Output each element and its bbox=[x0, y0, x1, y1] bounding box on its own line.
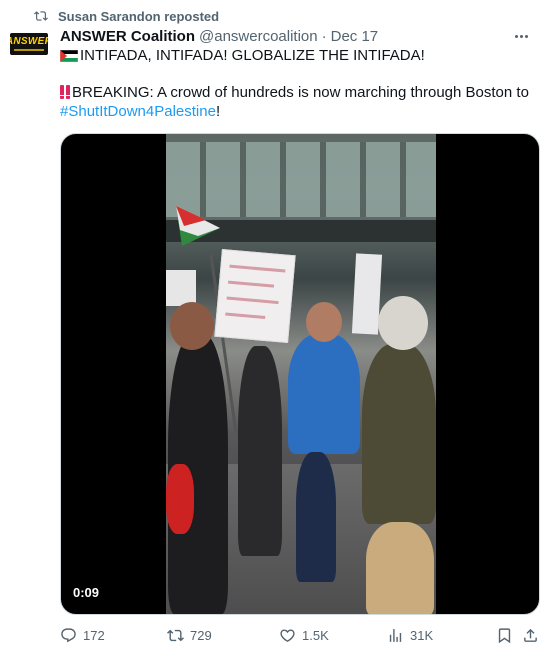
tweet-text-line-2: BREAKING: A crowd of hundreds is now mar… bbox=[60, 83, 530, 103]
marcher-olive-head bbox=[378, 296, 428, 350]
action-bar: 172 729 1.5K 31K bbox=[60, 624, 540, 646]
video-duration: 0:09 bbox=[73, 585, 100, 600]
tweet-date[interactable]: Dec 17 bbox=[331, 28, 379, 45]
author-handle[interactable]: @answercoalition bbox=[199, 28, 318, 45]
views-button[interactable]: 31K bbox=[387, 624, 433, 646]
protest-sign-3 bbox=[166, 270, 196, 306]
share-icon bbox=[524, 628, 537, 642]
protest-sign bbox=[214, 248, 296, 344]
reply-icon bbox=[61, 627, 76, 642]
like-count: 1.5K bbox=[302, 627, 329, 643]
repost-label[interactable]: Susan Sarandon reposted bbox=[58, 9, 219, 24]
marcher-blue-head bbox=[306, 302, 342, 342]
like-button[interactable]: 1.5K bbox=[279, 624, 329, 646]
repost-button[interactable]: 729 bbox=[167, 624, 212, 646]
repost-count: 729 bbox=[190, 627, 212, 643]
marcher-blue-legs bbox=[296, 452, 336, 582]
tweet-header: ANSWER Coalition @answercoalition · Dec … bbox=[60, 27, 378, 45]
author-name[interactable]: ANSWER Coalition bbox=[60, 28, 195, 45]
red-scarf bbox=[166, 464, 194, 534]
bookmark-button[interactable] bbox=[496, 624, 513, 646]
avatar-logo-underline bbox=[14, 49, 44, 51]
share-button[interactable] bbox=[522, 624, 539, 646]
reply-button[interactable]: 172 bbox=[60, 624, 105, 646]
views-count: 31K bbox=[410, 627, 434, 643]
reply-count: 172 bbox=[83, 627, 105, 643]
marcher-olive-jacket bbox=[362, 344, 436, 524]
tweet-text-line-3: #ShutItDown4Palestine! bbox=[60, 102, 530, 122]
views-chart-icon bbox=[389, 628, 402, 642]
video-player[interactable]: 0:09 bbox=[60, 133, 540, 615]
repost-header: Susan Sarandon reposted bbox=[34, 7, 219, 25]
marcher-olive-legs bbox=[366, 522, 434, 614]
more-options-icon[interactable] bbox=[511, 27, 531, 45]
hashtag-link[interactable]: #ShutItDown4Palestine bbox=[60, 103, 216, 120]
marcher-blue-jacket bbox=[288, 334, 360, 454]
tweet-line-3-suffix: ! bbox=[215, 103, 221, 120]
video-frame[interactable] bbox=[166, 134, 436, 614]
tweet-text-line-1: INTIFADA, INTIFADA! GLOBALIZE THE INTIFA… bbox=[60, 46, 530, 66]
avatar-logo-text: ANSWER bbox=[10, 36, 48, 47]
marcher-mid bbox=[238, 346, 282, 556]
header-separator: · bbox=[321, 27, 327, 45]
avatar[interactable]: ANSWER bbox=[10, 33, 48, 55]
tweet-line-1-text: INTIFADA, INTIFADA! GLOBALIZE THE INTIFA… bbox=[80, 47, 425, 64]
double-exclamation-icon bbox=[60, 85, 70, 99]
bookmark-icon bbox=[498, 627, 511, 643]
tweet-line-2-text: BREAKING: A crowd of hundreds is now mar… bbox=[72, 84, 529, 101]
repost-action-icon bbox=[167, 629, 184, 641]
heart-icon bbox=[280, 628, 295, 642]
palestine-flag-icon bbox=[60, 50, 78, 62]
marcher-left-head bbox=[170, 302, 214, 350]
repost-icon bbox=[34, 9, 48, 23]
